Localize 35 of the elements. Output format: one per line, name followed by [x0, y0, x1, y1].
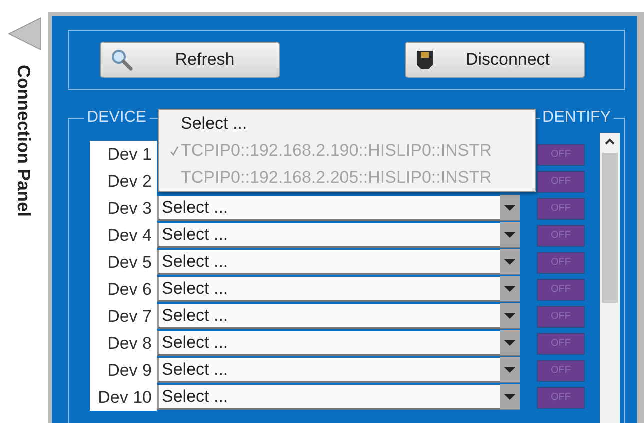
caret-icon [500, 222, 520, 247]
caret-icon [500, 384, 520, 409]
disconnect-button[interactable]: Disconnect [405, 42, 585, 78]
menu-item[interactable]: Select ... [159, 110, 535, 137]
device-dropdown[interactable]: Select ... [157, 331, 520, 356]
device-dropdown[interactable]: Select ... [157, 250, 520, 275]
scroll-thumb[interactable] [602, 153, 618, 303]
device-label: Dev 7 [90, 303, 157, 330]
device-label: Dev 8 [90, 330, 157, 357]
device-label: Dev 4 [90, 222, 157, 249]
device-dropdown[interactable]: Select ... [157, 277, 520, 302]
caret-icon [500, 276, 520, 301]
caret-icon [500, 303, 520, 328]
caret-icon [500, 249, 520, 274]
caret-icon [500, 357, 520, 382]
device-label: Dev 9 [90, 357, 157, 384]
collapse-triangle-icon[interactable] [8, 17, 42, 51]
scrollbar[interactable] [600, 133, 620, 423]
refresh-button[interactable]: Refresh [100, 42, 280, 78]
caret-icon [500, 195, 520, 220]
device-label: Dev 2 [90, 168, 157, 195]
magnifier-icon [111, 49, 133, 71]
caret-icon [500, 330, 520, 355]
jack-icon [416, 49, 434, 71]
device-dropdown[interactable]: Select ... [157, 223, 520, 248]
device-dropdown[interactable]: Select ... [157, 358, 520, 383]
device-dropdown[interactable]: Select ... [157, 196, 520, 221]
device-dropdown[interactable]: Select ... [157, 304, 520, 329]
device-label: Dev 6 [90, 276, 157, 303]
device-label: Dev 1 [90, 141, 157, 168]
device-dropdown[interactable]: Select ... [157, 385, 520, 410]
device-label: Dev 10 [90, 384, 157, 411]
device-label: Dev 3 [90, 195, 157, 222]
panel-title: Connection Panel [14, 65, 34, 218]
device-label: Dev 5 [90, 249, 157, 276]
